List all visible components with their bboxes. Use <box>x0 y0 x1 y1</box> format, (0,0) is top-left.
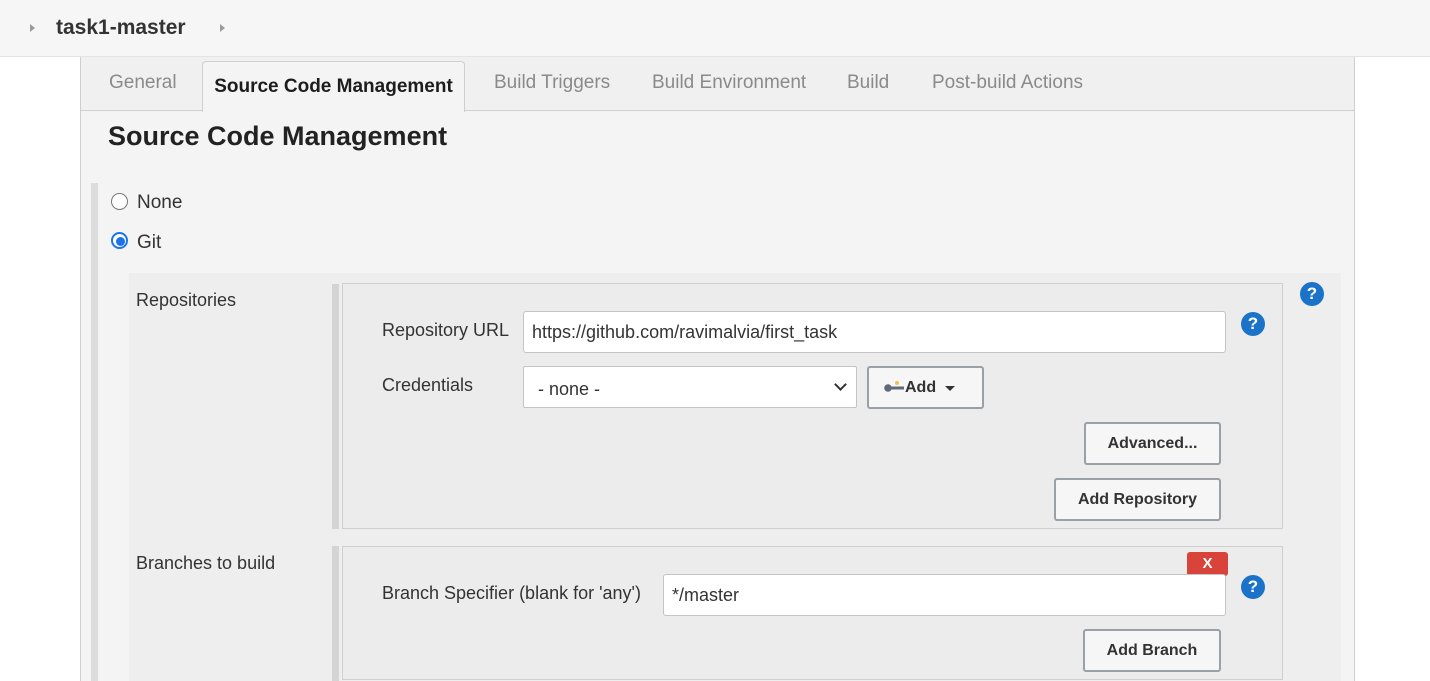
repositories-label: Repositories <box>136 290 237 310</box>
tab-build-environment[interactable]: Build Environment <box>652 72 806 94</box>
radio-none[interactable] <box>111 193 128 210</box>
branch-specifier-input[interactable]: */master <box>663 574 1226 616</box>
tab-source-code-management[interactable]: Source Code Management <box>202 61 465 112</box>
branches-strip <box>332 546 339 681</box>
add-credentials-label: Add <box>905 379 937 396</box>
radio-none-label[interactable]: None <box>137 192 182 214</box>
credentials-selected-value: - none - <box>538 379 601 399</box>
advanced-button[interactable]: Advanced... <box>1084 422 1221 465</box>
tab-build-triggers[interactable]: Build Triggers <box>494 72 610 94</box>
tab-post-build-actions[interactable]: Post-build Actions <box>932 72 1083 94</box>
section-title: Source Code Management <box>108 121 448 151</box>
chevron-right-icon[interactable] <box>220 24 225 32</box>
chevron-right-icon[interactable] <box>30 24 35 32</box>
credentials-label: Credentials <box>382 375 474 395</box>
radio-git-label[interactable]: Git <box>137 232 161 254</box>
add-credentials-button[interactable]: Add <box>867 366 984 409</box>
repository-url-input[interactable]: https://github.com/ravimalvia/first_task <box>523 311 1226 353</box>
delete-branch-button[interactable]: X <box>1187 552 1228 576</box>
credentials-select[interactable]: - none - <box>523 366 857 408</box>
key-icon <box>884 381 904 392</box>
repository-url-help-icon[interactable]: ? <box>1241 312 1265 336</box>
caret-down-icon <box>945 386 955 391</box>
branch-specifier-help-icon[interactable]: ? <box>1241 575 1265 599</box>
branch-specifier-label: Branch Specifier (blank for 'any') <box>382 583 641 603</box>
section-strip <box>91 183 98 681</box>
tab-build[interactable]: Build <box>847 72 889 94</box>
add-repository-button[interactable]: Add Repository <box>1054 478 1221 521</box>
tab-general[interactable]: General <box>109 72 177 94</box>
repositories-strip <box>332 284 339 529</box>
git-help-icon[interactable]: ? <box>1300 282 1324 306</box>
add-branch-button[interactable]: Add Branch <box>1083 629 1221 672</box>
breadcrumb <box>0 0 1430 57</box>
breadcrumb-job-name[interactable]: task1-master <box>56 16 186 40</box>
repository-url-label: Repository URL <box>382 320 510 340</box>
radio-git[interactable] <box>111 232 128 249</box>
branches-label: Branches to build <box>136 553 276 573</box>
